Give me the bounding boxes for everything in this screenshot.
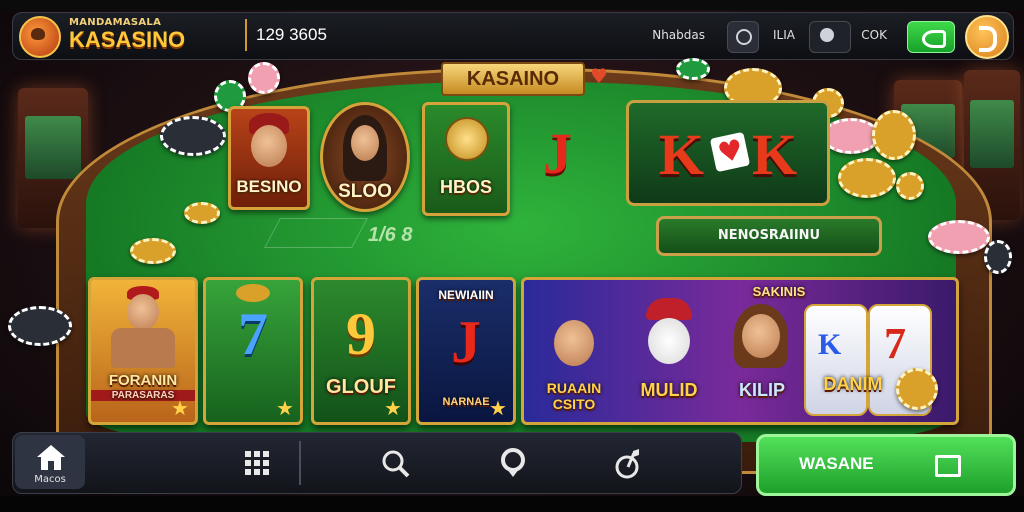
ok-label: COK xyxy=(861,28,887,42)
game-tile-glouf[interactable]: 9 GLOUF ★ xyxy=(311,277,411,425)
game-tile-besino[interactable]: BESINO xyxy=(228,106,310,210)
featured-game-2[interactable]: MULID xyxy=(624,296,714,416)
jack-symbol: J xyxy=(451,309,481,375)
game-tile-narnae[interactable]: NEWIAIIN J NARNAE ★ xyxy=(416,277,516,425)
chip-icon xyxy=(896,172,924,200)
chip-icon xyxy=(928,220,990,254)
heart-card-icon xyxy=(709,131,751,173)
info-label[interactable]: ILIA xyxy=(773,28,795,42)
home-icon xyxy=(37,445,65,470)
coin-store-button[interactable] xyxy=(965,15,1009,59)
seven-symbol: 7 xyxy=(238,301,268,367)
header-divider xyxy=(245,19,247,51)
play-now-button[interactable]: WASANE xyxy=(756,434,1016,496)
chip-icon xyxy=(130,238,176,264)
glouf-symbol: 9 xyxy=(346,301,376,367)
chip-icon xyxy=(248,62,280,94)
system-nav-strip xyxy=(0,496,1024,512)
featured-game-label: DANIM xyxy=(823,374,883,394)
nav-divider xyxy=(299,441,301,485)
music-note-icon[interactable] xyxy=(613,447,645,479)
table-title: KASAINO xyxy=(441,62,585,96)
game-tile-sloo[interactable]: SLOO xyxy=(320,102,410,212)
chip-icon xyxy=(838,158,896,198)
top-bar: MANDAMASALA KASASINO 129 3605 Nhabdas IL… xyxy=(12,12,1014,60)
featured-games-banner[interactable]: SAKINIS RUAAIN CSITO MULID KILIP K 7 DAN… xyxy=(521,277,959,425)
favorite-star-icon[interactable]: ★ xyxy=(489,398,509,418)
wallet-icon xyxy=(935,455,961,477)
grid-icon[interactable] xyxy=(241,447,273,479)
game-tile-foranin[interactable]: FORANIN PARASARAS ★ xyxy=(88,277,198,425)
chat-button[interactable] xyxy=(809,21,851,53)
featured-game-label: MULID xyxy=(640,380,698,400)
game-tile-hbos[interactable]: HBOS xyxy=(422,102,510,216)
balance-readout: 129 3605 xyxy=(256,25,327,44)
slot-reel: K xyxy=(804,304,868,416)
chip-icon xyxy=(184,202,220,224)
chip-icon xyxy=(8,306,72,346)
featured-game-label: KILIP xyxy=(738,380,785,400)
chip-icon xyxy=(676,58,710,80)
location-pin-icon[interactable] xyxy=(497,447,529,479)
nav-home-button[interactable]: Macos xyxy=(15,435,85,489)
favorite-star-icon[interactable]: ★ xyxy=(276,398,296,418)
featured-game-label: RUAAIN CSITO xyxy=(546,380,602,412)
cta-label: WASANE xyxy=(799,454,874,473)
favorite-star-icon[interactable]: ★ xyxy=(384,398,404,418)
heart-icon: ♥ xyxy=(590,64,608,88)
tile-label: SLOO xyxy=(338,181,392,202)
featured-game-1[interactable]: RUAAIN CSITO xyxy=(532,296,616,416)
table-score: 1/6 8 xyxy=(368,224,413,246)
settings-button[interactable] xyxy=(727,21,759,53)
menu-label[interactable]: Nhabdas xyxy=(652,28,705,42)
chip-icon xyxy=(984,240,1012,274)
tile-label: HBOS xyxy=(439,177,492,197)
chip-icon xyxy=(160,116,226,156)
status-bar xyxy=(0,0,1024,10)
chip-icon xyxy=(872,110,916,160)
nav-home-label: Macos xyxy=(34,474,66,485)
game-top-label: NEWIAIIN xyxy=(438,288,494,302)
favorite-star-icon[interactable]: ★ xyxy=(171,398,191,418)
featured-game-3[interactable]: KILIP xyxy=(720,296,804,416)
key-button[interactable] xyxy=(907,21,955,53)
bottom-nav-bar: Macos xyxy=(12,432,742,494)
search-icon[interactable] xyxy=(379,447,411,479)
game-tile-seven[interactable]: 7 ★ xyxy=(203,277,303,425)
jack-card-symbol: J xyxy=(543,121,572,186)
game-label: FORANIN xyxy=(108,372,178,389)
brand-name: KASASINO xyxy=(69,27,186,52)
chip-icon xyxy=(896,368,938,410)
mascot-logo-icon xyxy=(19,16,61,58)
featured-card-panel[interactable]: KK xyxy=(626,100,830,206)
table-banner: NENOSRAIINU xyxy=(656,216,882,256)
tile-label: BESINO xyxy=(236,177,302,196)
bet-area-outline xyxy=(264,218,368,248)
